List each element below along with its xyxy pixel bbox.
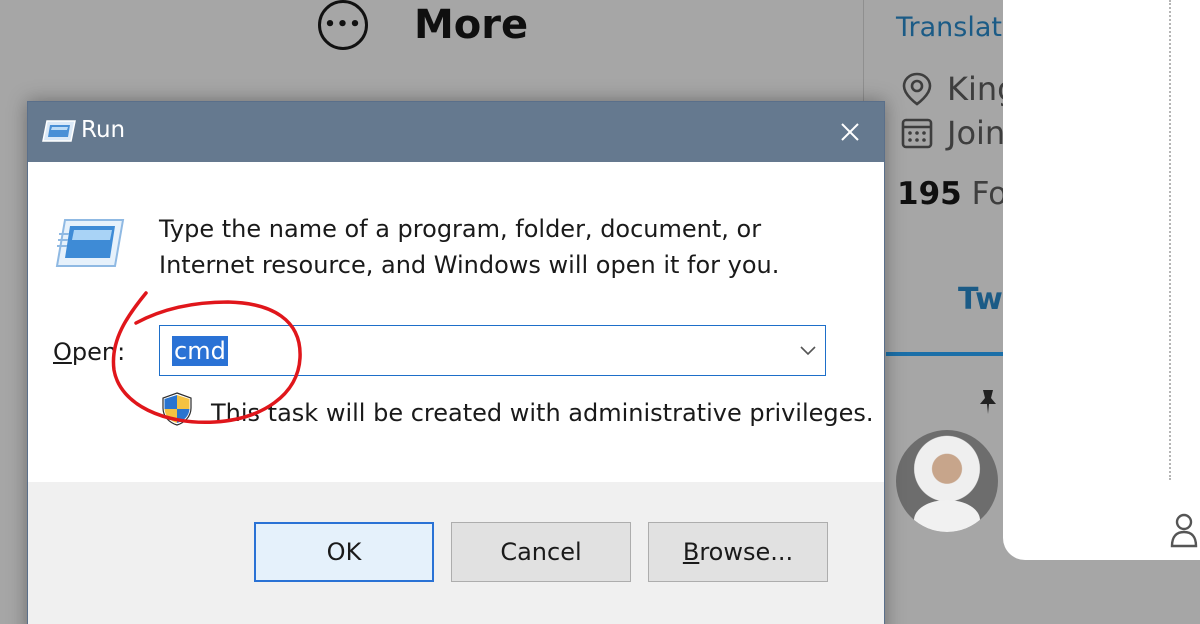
person-icon[interactable] [1170,512,1198,552]
more-icon: ••• [318,0,368,50]
ok-button[interactable]: OK [254,522,434,582]
avatar[interactable] [896,430,998,532]
run-title: Run [81,117,126,143]
run-icon [42,120,76,146]
run-program-icon [55,218,125,272]
open-combobox[interactable]: cmd [159,325,826,376]
open-label-text: pen: [71,338,126,366]
tab-active-indicator [886,352,1004,356]
pin-icon [976,388,1000,420]
calendar-icon [899,115,935,151]
admin-note: This task will be created with administr… [211,399,874,427]
profile-location: King [899,70,1017,108]
browse-button[interactable]: Browse... [648,522,828,582]
profile-joined-text: Join [947,114,1006,152]
followers-stat[interactable]: 195 Fol [897,176,1016,212]
location-icon [899,71,935,107]
cancel-button[interactable]: Cancel [451,522,631,582]
followers-count: 195 [897,176,962,212]
nav-more[interactable]: ••• More [318,0,528,50]
browse-label: rowse... [699,538,794,566]
close-icon [841,123,859,141]
run-titlebar[interactable]: Run [28,102,884,162]
run-description-line1: Type the name of a program, folder, docu… [159,215,762,243]
profile-joined: Join [899,114,1005,152]
open-label-accelerator: O [53,338,72,366]
nav-more-label: More [414,2,529,48]
open-input-value[interactable]: cmd [172,336,228,366]
browse-accelerator: B [682,538,700,566]
translate-link[interactable]: Translate [896,12,1019,43]
run-description: Type the name of a program, folder, docu… [159,211,779,283]
close-button[interactable] [816,102,884,162]
run-description-line2: Internet resource, and Windows will open… [159,251,780,279]
panel-scroll-guide [1169,0,1171,480]
chevron-down-icon[interactable] [799,342,817,361]
uac-shield-icon [160,391,194,431]
open-label: Open: [53,338,125,366]
tab-tweets[interactable]: Tw [958,282,1003,317]
avatar-figure [914,500,980,532]
